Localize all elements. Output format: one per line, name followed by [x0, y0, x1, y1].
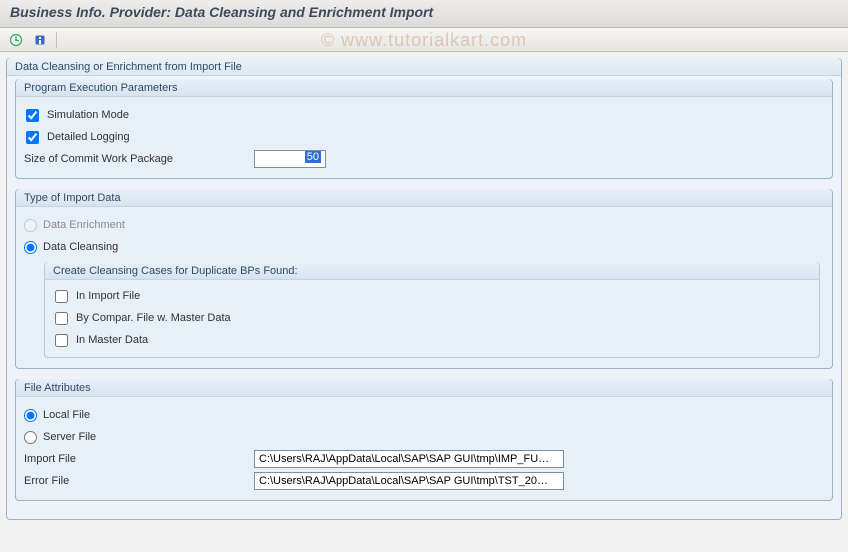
- in-import-file-checkbox[interactable]: [55, 290, 68, 303]
- row-simulation: Simulation Mode: [26, 104, 824, 126]
- data-cleansing-label: Data Cleansing: [43, 241, 118, 253]
- subgroup-cleansing-cases: Create Cleansing Cases for Duplicate BPs…: [44, 262, 820, 358]
- group-import-type: Type of Import Data Data Enrichment Data…: [15, 189, 833, 369]
- local-file-radio[interactable]: [24, 409, 37, 422]
- group-outer: Data Cleansing or Enrichment from Import…: [6, 58, 842, 520]
- row-by-compare: By Compar. File w. Master Data: [55, 307, 811, 329]
- row-detailed-logging: Detailed Logging: [26, 126, 824, 148]
- row-error-file: Error File: [24, 470, 824, 492]
- import-file-label: Import File: [24, 453, 254, 465]
- row-in-master-data: In Master Data: [55, 329, 811, 351]
- title-bar: Business Info. Provider: Data Cleansing …: [0, 0, 848, 28]
- clock-run-icon: [9, 33, 23, 47]
- by-compare-label: By Compar. File w. Master Data: [76, 312, 231, 324]
- params-legend: Program Execution Parameters: [16, 79, 832, 97]
- file-attr-legend: File Attributes: [16, 379, 832, 397]
- row-server-file: Server File: [24, 426, 824, 448]
- local-file-label: Local File: [43, 409, 90, 421]
- error-file-label: Error File: [24, 475, 254, 487]
- info-icon: [33, 33, 47, 47]
- execute-button[interactable]: [6, 31, 26, 49]
- in-import-file-label: In Import File: [76, 290, 140, 302]
- commit-size-input[interactable]: 50: [254, 150, 326, 168]
- import-type-legend: Type of Import Data: [16, 189, 832, 207]
- simulation-label: Simulation Mode: [47, 109, 129, 121]
- server-file-label: Server File: [43, 431, 96, 443]
- page-title: Business Info. Provider: Data Cleansing …: [10, 4, 838, 20]
- group-file-attributes: File Attributes Local File Server File I…: [15, 379, 833, 501]
- toolbar-separator: [56, 32, 57, 48]
- row-in-import-file: In Import File: [55, 285, 811, 307]
- data-cleansing-radio[interactable]: [24, 241, 37, 254]
- simulation-checkbox[interactable]: [26, 109, 39, 122]
- content-area: Data Cleansing or Enrichment from Import…: [0, 52, 848, 536]
- detailed-logging-label: Detailed Logging: [47, 131, 130, 143]
- commit-size-label: Size of Commit Work Package: [24, 153, 254, 165]
- data-enrichment-label: Data Enrichment: [43, 219, 125, 231]
- by-compare-checkbox[interactable]: [55, 312, 68, 325]
- row-local-file: Local File: [24, 404, 824, 426]
- import-file-input[interactable]: [254, 450, 564, 468]
- group-params: Program Execution Parameters Simulation …: [15, 79, 833, 179]
- row-data-cleansing: Data Cleansing: [24, 236, 824, 258]
- in-master-data-label: In Master Data: [76, 334, 148, 346]
- row-data-enrichment: Data Enrichment: [24, 214, 824, 236]
- data-enrichment-radio: [24, 219, 37, 232]
- server-file-radio[interactable]: [24, 431, 37, 444]
- row-import-file: Import File: [24, 448, 824, 470]
- cleansing-sublegend: Create Cleansing Cases for Duplicate BPs…: [45, 262, 819, 280]
- error-file-input[interactable]: [254, 472, 564, 490]
- row-commit-size: Size of Commit Work Package 50: [24, 148, 824, 170]
- outer-legend: Data Cleansing or Enrichment from Import…: [7, 58, 841, 76]
- detailed-logging-checkbox[interactable]: [26, 131, 39, 144]
- in-master-data-checkbox[interactable]: [55, 334, 68, 347]
- toolbar: [0, 28, 848, 52]
- info-button[interactable]: [30, 31, 50, 49]
